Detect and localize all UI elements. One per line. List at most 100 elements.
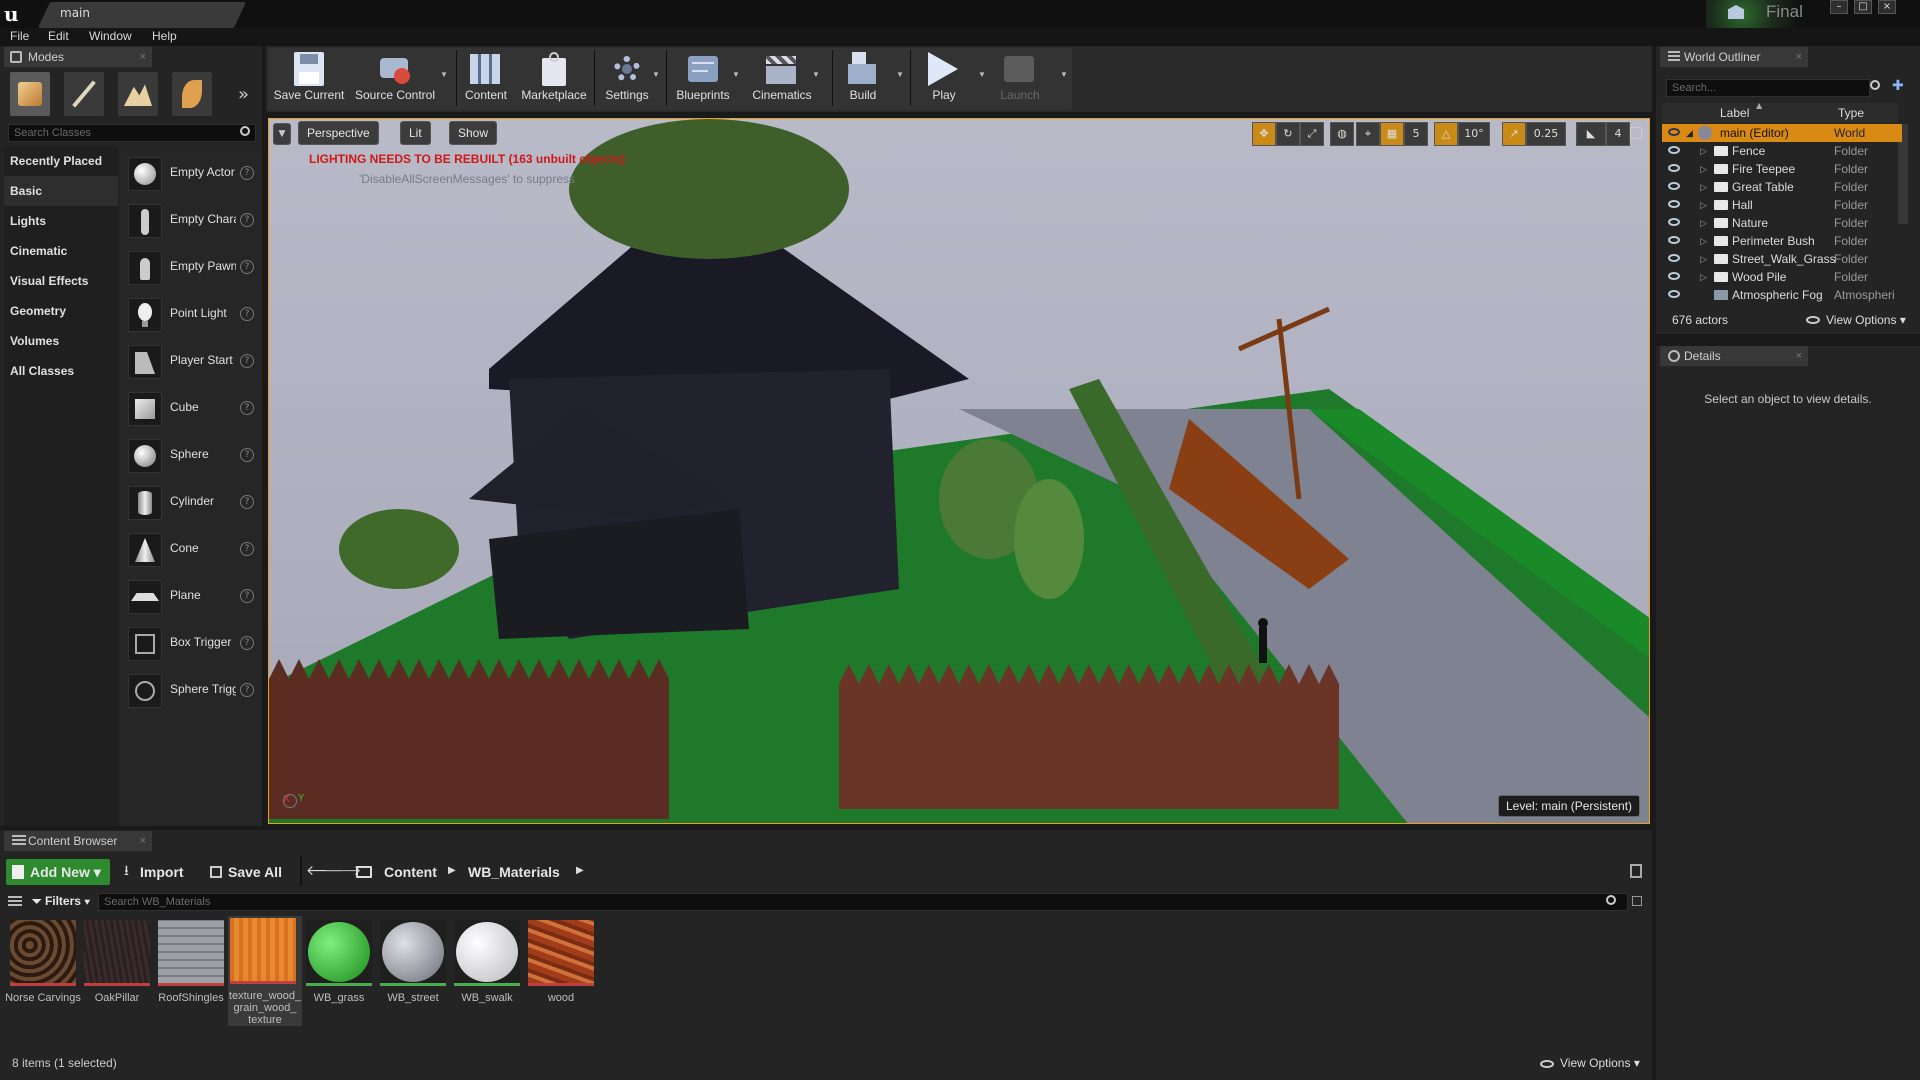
visibility-eye-icon[interactable]: [1668, 254, 1680, 262]
help-icon[interactable]: ?: [240, 213, 254, 227]
placeable-empty-pawn[interactable]: Empty Pawn ?: [124, 245, 258, 289]
help-icon[interactable]: ?: [240, 354, 254, 368]
viewport-options-chevron-icon[interactable]: ▼: [273, 123, 291, 145]
help-icon[interactable]: ?: [240, 448, 254, 462]
path-separator-icon[interactable]: ▶: [576, 865, 584, 876]
outliner-row-folder[interactable]: ▷ Fence Folder: [1662, 142, 1902, 160]
visibility-eye-icon[interactable]: [1668, 164, 1680, 172]
scale-tool-icon[interactable]: ⤢: [1300, 122, 1324, 146]
scale-snap-icon[interactable]: ↗: [1502, 122, 1526, 146]
source-control-button[interactable]: Source Control ▼: [354, 50, 448, 106]
menu-file[interactable]: File: [10, 29, 29, 43]
menu-help[interactable]: Help: [152, 29, 177, 43]
filters-button[interactable]: ⏷ Filters ▾: [32, 894, 90, 909]
marketplace-button[interactable]: Marketplace: [516, 50, 592, 106]
translate-tool-icon[interactable]: ✥: [1252, 122, 1276, 146]
placeable-player-start[interactable]: Player Start ?: [124, 339, 258, 383]
visibility-eye-icon[interactable]: [1668, 236, 1680, 244]
maximize-button[interactable]: □: [1854, 0, 1872, 14]
tab-details[interactable]: Details ×: [1660, 346, 1808, 366]
close-icon[interactable]: ×: [1796, 346, 1802, 366]
show-button[interactable]: Show: [449, 121, 498, 145]
chevron-down-icon[interactable]: ▼: [1060, 70, 1068, 79]
placeable-cube[interactable]: Cube ?: [124, 386, 258, 430]
placeable-sphere-trigger[interactable]: Sphere Trigger ?: [124, 668, 258, 712]
maximize-viewport-icon[interactable]: [1630, 127, 1642, 139]
level-viewport[interactable]: [268, 118, 1650, 824]
content-view-options-button[interactable]: View Options ▾: [1560, 1056, 1640, 1070]
visibility-eye-icon[interactable]: [1668, 200, 1680, 208]
category-volumes[interactable]: Volumes: [4, 326, 118, 356]
visibility-eye-icon[interactable]: [1668, 146, 1680, 154]
chevron-down-icon[interactable]: ▼: [732, 70, 740, 79]
help-icon[interactable]: ?: [240, 636, 254, 650]
expand-arrow-icon[interactable]: ▷: [1700, 142, 1707, 160]
lit-button[interactable]: Lit: [400, 121, 431, 145]
placeable-cylinder[interactable]: Cylinder ?: [124, 480, 258, 524]
paint-mode-button[interactable]: [64, 72, 104, 116]
rotation-snap-icon[interactable]: △: [1434, 122, 1458, 146]
outliner-row-folder[interactable]: ▷ Street_Walk_Grass Folder: [1662, 250, 1902, 268]
sources-panel-toggle-icon[interactable]: [8, 896, 22, 908]
chevron-down-icon[interactable]: ▼: [896, 70, 904, 79]
category-visual-effects[interactable]: Visual Effects: [4, 266, 118, 296]
scale-snap-value[interactable]: 0.25: [1526, 122, 1566, 146]
category-all-classes[interactable]: All Classes: [4, 356, 118, 386]
settings-button[interactable]: Settings ▼: [596, 50, 660, 106]
rotate-tool-icon[interactable]: ↻: [1276, 122, 1300, 146]
tab-world-outliner[interactable]: World Outliner ×: [1660, 47, 1808, 67]
camera-speed-icon[interactable]: ◣: [1576, 122, 1606, 146]
expand-arrow-icon[interactable]: ▷: [1700, 250, 1707, 268]
expand-arrow-icon[interactable]: ▷: [1700, 268, 1707, 286]
expand-arrow-icon[interactable]: ▷: [1700, 232, 1707, 250]
placeable-box-trigger[interactable]: Box Trigger ?: [124, 621, 258, 665]
expand-arrow-icon[interactable]: ▷: [1700, 178, 1707, 196]
menu-window[interactable]: Window: [89, 29, 132, 43]
help-icon[interactable]: ?: [240, 542, 254, 556]
chevron-down-icon[interactable]: ▼: [652, 70, 660, 79]
play-button[interactable]: Play ▼: [912, 50, 986, 106]
content-button[interactable]: Content: [458, 50, 514, 106]
placeable-plane[interactable]: Plane ?: [124, 574, 258, 618]
close-icon[interactable]: ×: [1796, 47, 1802, 67]
category-recently-placed[interactable]: Recently Placed: [4, 146, 118, 176]
grid-snap-icon[interactable]: ▦: [1380, 122, 1404, 146]
more-modes-chevron-icon[interactable]: »: [238, 84, 249, 105]
help-icon[interactable]: ?: [240, 589, 254, 603]
foliage-mode-button[interactable]: [172, 72, 212, 116]
world-space-icon[interactable]: ◍: [1330, 122, 1354, 146]
add-filter-icon[interactable]: ✚: [1892, 78, 1908, 94]
path-segment-wb-materials[interactable]: WB_Materials: [468, 859, 560, 885]
import-button[interactable]: Import: [124, 859, 184, 885]
placeable-point-light[interactable]: Point Light ?: [124, 292, 258, 336]
search-classes-input[interactable]: Search Classes: [8, 124, 256, 142]
outliner-view-options-button[interactable]: View Options ▾: [1826, 313, 1906, 327]
visibility-eye-icon[interactable]: [1668, 128, 1680, 136]
help-icon[interactable]: ?: [240, 260, 254, 274]
placeable-empty-actor[interactable]: Empty Actor ?: [124, 151, 258, 195]
category-lights[interactable]: Lights: [4, 206, 118, 236]
outliner-row-folder[interactable]: ▷ Fire Teepee Folder: [1662, 160, 1902, 178]
landscape-mode-button[interactable]: [118, 72, 158, 116]
unreal-logo-icon[interactable]: u: [4, 3, 26, 25]
visibility-eye-icon[interactable]: [1668, 182, 1680, 190]
outliner-row-folder[interactable]: ▷ Wood Pile Folder: [1662, 268, 1902, 286]
outliner-search-input[interactable]: Search...: [1666, 79, 1870, 97]
help-icon[interactable]: ?: [240, 307, 254, 321]
expand-arrow-icon[interactable]: ◢: [1686, 124, 1693, 142]
help-icon[interactable]: ?: [240, 495, 254, 509]
camera-speed-value[interactable]: 4: [1606, 122, 1630, 146]
help-icon[interactable]: ?: [240, 401, 254, 415]
help-icon[interactable]: ?: [240, 683, 254, 697]
lock-icon[interactable]: [1630, 864, 1642, 878]
blueprints-button[interactable]: Blueprints ▼: [668, 50, 740, 106]
path-segment-content[interactable]: Content: [384, 859, 437, 885]
column-type-header[interactable]: Type: [1838, 106, 1864, 120]
expand-arrow-icon[interactable]: ▷: [1700, 160, 1707, 178]
chevron-down-icon[interactable]: ▼: [440, 70, 448, 79]
expand-arrow-icon[interactable]: ▷: [1700, 196, 1707, 214]
chevron-down-icon[interactable]: ▼: [812, 70, 820, 79]
build-button[interactable]: Build ▼: [834, 50, 904, 106]
category-cinematic[interactable]: Cinematic: [4, 236, 118, 266]
rotation-snap-value[interactable]: 10°: [1458, 122, 1490, 146]
